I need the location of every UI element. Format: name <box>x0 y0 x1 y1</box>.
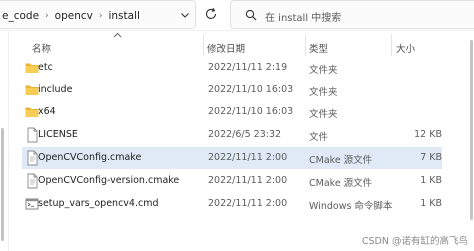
cmake-file-icon <box>27 150 38 166</box>
breadcrumb-item-e-code[interactable]: e_code <box>0 10 41 22</box>
file-modified: 2022/11/11 2:00 <box>208 198 288 209</box>
file-modified: 2022/11/11 2:19 <box>208 62 288 73</box>
file-modified: 2022/11/11 2:00 <box>208 175 288 186</box>
file-name: include <box>38 84 73 95</box>
search-box[interactable]: 在 install 中搜索 <box>230 0 474 29</box>
file-row[interactable]: LICENSE 2022/6/5 23:32 文件 12 KB <box>22 124 442 146</box>
file-name: x64 <box>38 106 56 117</box>
file-type: 文件夹 <box>309 109 338 120</box>
file-row-selected[interactable]: OpenCVConfig.cmake 2022/11/11 2:00 CMake… <box>22 147 442 169</box>
file-type: 文件夹 <box>309 65 338 76</box>
file-size: 12 KB <box>414 129 442 140</box>
column-header-name[interactable]: 名称 <box>32 41 51 55</box>
folder-icon <box>25 85 39 95</box>
file-size: 7 KB <box>420 152 442 163</box>
breadcrumb-item-opencv[interactable]: opencv <box>53 10 95 22</box>
folder-icon <box>25 63 39 73</box>
column-divider[interactable] <box>203 34 204 56</box>
folder-icon <box>25 107 39 117</box>
file-icon <box>27 127 38 143</box>
file-name: OpenCVConfig.cmake <box>38 152 142 163</box>
file-name: etc <box>38 62 53 73</box>
scrollbar-thumb[interactable] <box>470 40 473 220</box>
file-name: LICENSE <box>38 129 78 140</box>
file-row[interactable]: include 2022/11/10 16:03 文件夹 <box>22 79 442 101</box>
file-size: 1 KB <box>420 175 442 186</box>
breadcrumb-separator: › <box>45 10 49 21</box>
refresh-icon[interactable] <box>204 7 218 21</box>
column-divider[interactable] <box>391 34 392 56</box>
file-modified: 2022/11/11 2:00 <box>208 152 288 163</box>
breadcrumb-item-install[interactable]: install <box>106 10 141 22</box>
top-bar: e_code › opencv › install 在 install 中搜索 <box>0 0 474 30</box>
breadcrumb-separator: › <box>98 10 103 21</box>
file-type: CMake 源文件 <box>309 178 373 189</box>
file-row[interactable]: OpenCVConfig-version.cmake 2022/11/11 2:… <box>22 170 442 192</box>
file-row[interactable]: setup_vars_opencv4.cmd 2022/11/11 2:00 W… <box>22 193 442 215</box>
file-type: CMake 源文件 <box>309 155 373 166</box>
file-type: 文件 <box>309 132 329 143</box>
search-icon <box>245 9 257 21</box>
cmake-file-icon <box>27 173 38 189</box>
file-type: Windows 命令脚本 <box>309 201 393 212</box>
file-type: 文件夹 <box>309 87 338 98</box>
column-header-type[interactable]: 类型 <box>309 41 328 55</box>
cmd-script-icon <box>25 198 39 210</box>
address-bar[interactable]: e_code › opencv › install <box>0 0 196 29</box>
column-header-size[interactable]: 大小 <box>396 41 415 55</box>
search-input[interactable]: 在 install 中搜索 <box>265 9 341 24</box>
file-modified: 2022/6/5 23:32 <box>208 129 282 140</box>
file-row[interactable]: etc 2022/11/11 2:19 文件夹 <box>22 57 442 79</box>
column-header: 名称 修改日期 类型 大小 <box>0 31 474 57</box>
file-size: 1 KB <box>420 198 442 209</box>
watermark: CSDN @诺有缸的高飞鸟 <box>361 236 468 247</box>
file-row[interactable]: x64 2022/11/10 16:03 文件夹 <box>22 101 442 123</box>
file-name: OpenCVConfig-version.cmake <box>38 175 180 186</box>
file-modified: 2022/11/10 16:03 <box>208 106 294 117</box>
column-header-modified[interactable]: 修改日期 <box>207 41 245 55</box>
breadcrumb: e_code › opencv › install <box>0 1 142 30</box>
chevron-down-icon[interactable] <box>180 10 190 20</box>
file-name: setup_vars_opencv4.cmd <box>38 198 159 209</box>
column-divider[interactable] <box>305 34 306 56</box>
file-modified: 2022/11/10 16:03 <box>208 84 294 95</box>
navigation-scrollbar-thumb[interactable] <box>1 128 4 241</box>
